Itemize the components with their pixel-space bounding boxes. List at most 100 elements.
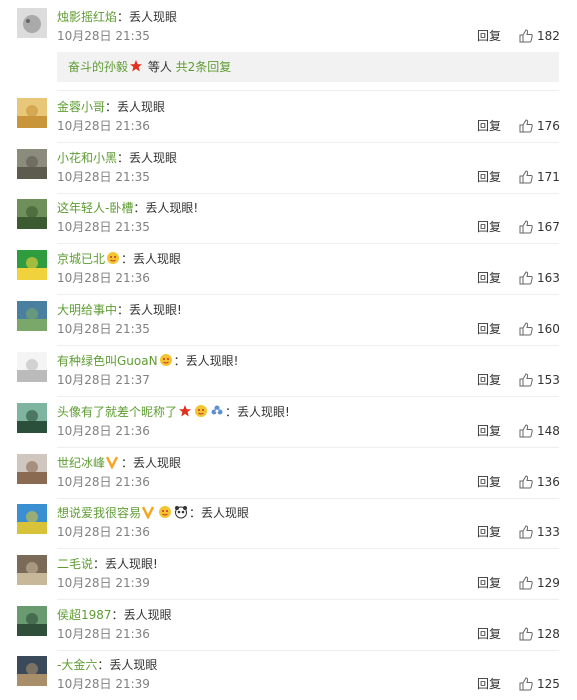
comment-item: 侯超1987：丢人现眼 10月28日 21:36 回复 128 (0, 606, 577, 650)
reply-button[interactable]: 回复 (477, 676, 501, 692)
avatar[interactable] (17, 656, 47, 686)
username-link[interactable]: 京城已北 (57, 252, 105, 266)
like-button[interactable]: 160 (519, 320, 560, 338)
v-badge-icon (141, 505, 156, 520)
comment-item: 世纪冰峰 ：丢人现眼 10月28日 21:36 回复 136 (0, 454, 577, 498)
reply-button[interactable]: 回复 (477, 118, 501, 134)
reply-button[interactable]: 回复 (477, 270, 501, 286)
divider (57, 90, 559, 91)
avatar[interactable] (17, 199, 47, 229)
thumbs-up-icon (519, 322, 533, 336)
comment-text: 丢人现眼 (109, 658, 158, 672)
reply-button[interactable]: 回复 (477, 219, 501, 235)
face-emoji-icon (158, 505, 172, 519)
like-button[interactable]: 148 (519, 422, 560, 440)
reply-button[interactable]: 回复 (477, 423, 501, 439)
thumbs-up-icon (519, 475, 533, 489)
like-count: 160 (537, 322, 560, 336)
thumbs-up-icon (519, 29, 533, 43)
subreply-count-link[interactable]: 共2条回复 (176, 60, 232, 74)
username-link[interactable]: 二毛说 (57, 557, 93, 571)
reply-button[interactable]: 回复 (477, 169, 501, 185)
colon: ： (117, 10, 130, 24)
avatar[interactable] (17, 250, 47, 280)
subreply-username[interactable]: 奋斗的孙毅 (68, 60, 128, 74)
comment-text: 丢人现眼! (129, 303, 182, 317)
username-link[interactable]: 头像有了就差个昵称了 (57, 405, 177, 419)
avatar[interactable] (17, 403, 47, 433)
avatar[interactable] (17, 149, 47, 179)
like-button[interactable]: 182 (519, 27, 560, 45)
comment-item: 烛影摇红焰：丢人现眼 10月28日 21:35 回复 182 (0, 8, 577, 52)
reply-button[interactable]: 回复 (477, 321, 501, 337)
comment-item: -大金六：丢人现眼 10月28日 21:39 回复 125 (0, 656, 577, 700)
avatar[interactable] (17, 504, 47, 534)
like-button[interactable]: 171 (519, 168, 560, 186)
username-link[interactable]: 小花和小黑 (57, 151, 117, 165)
subreply-summary[interactable]: 奋斗的孙毅 等人 共2条回复 (57, 52, 559, 82)
comment-item: 有种绿色叫GuoaN ：丢人现眼! 10月28日 21:37 回复 153 (0, 352, 577, 396)
comment-text: 丢人现眼 (117, 100, 166, 114)
comment-time: 10月28日 21:39 (57, 576, 150, 590)
like-button[interactable]: 129 (519, 574, 560, 592)
reply-button[interactable]: 回复 (477, 626, 501, 642)
divider (57, 548, 559, 549)
like-count: 128 (537, 627, 560, 641)
like-button[interactable]: 163 (519, 269, 560, 287)
username-link[interactable]: 侯超1987 (57, 608, 112, 622)
comment-text: 丢人现眼 (133, 456, 182, 470)
username-link[interactable]: 金蓉小哥 (57, 100, 105, 114)
username-link[interactable]: 烛影摇红焰 (57, 10, 117, 24)
reply-button[interactable]: 回复 (477, 28, 501, 44)
avatar[interactable] (17, 8, 47, 38)
comment-text: 丢人现眼 (133, 252, 182, 266)
username-link[interactable]: 想说爱我很容易 (57, 506, 141, 520)
comment-time: 10月28日 21:36 (57, 271, 150, 285)
like-button[interactable]: 153 (519, 371, 560, 389)
colon: ： (117, 151, 130, 165)
like-button[interactable]: 176 (519, 117, 560, 135)
comment-item: 想说爱我很容易 ：丢人现眼 10月28日 21:36 回复 133 (0, 504, 577, 548)
avatar[interactable] (17, 352, 47, 382)
comment-item: 大明给事中：丢人现眼! 10月28日 21:35 回复 160 (0, 301, 577, 345)
like-count: 167 (537, 220, 560, 234)
comment-time: 10月28日 21:36 (57, 119, 150, 133)
like-button[interactable]: 133 (519, 523, 560, 541)
like-button[interactable]: 128 (519, 625, 560, 643)
panda-emoji-icon (174, 505, 188, 519)
comment-time: 10月28日 21:35 (57, 170, 150, 184)
avatar[interactable] (17, 301, 47, 331)
avatar[interactable] (17, 606, 47, 636)
face-emoji-icon (194, 404, 208, 418)
reply-button[interactable]: 回复 (477, 524, 501, 540)
comment-item: 金蓉小哥：丢人现眼 10月28日 21:36 回复 176 (0, 98, 577, 142)
avatar[interactable] (17, 98, 47, 128)
comment-time: 10月28日 21:36 (57, 627, 150, 641)
comment-text: 丢人现眼 (129, 10, 178, 24)
username-link[interactable]: 世纪冰峰 (57, 456, 105, 470)
comment-time: 10月28日 21:36 (57, 424, 150, 438)
colon: ： (133, 201, 146, 215)
comment-text: 丢人现眼 (123, 608, 172, 622)
reply-button[interactable]: 回复 (477, 372, 501, 388)
username-link[interactable]: -大金六 (57, 658, 97, 672)
reply-button[interactable]: 回复 (477, 575, 501, 591)
like-button[interactable]: 125 (519, 675, 560, 693)
like-button[interactable]: 167 (519, 218, 560, 236)
username-link[interactable]: 有种绿色叫GuoaN (57, 354, 158, 368)
comment-time: 10月28日 21:37 (57, 373, 150, 387)
colon: ： (225, 405, 238, 419)
like-button[interactable]: 136 (519, 473, 560, 491)
comment-time: 10月28日 21:36 (57, 475, 150, 489)
avatar[interactable] (17, 454, 47, 484)
avatar[interactable] (17, 555, 47, 585)
divider (57, 650, 559, 651)
colon: ： (93, 557, 106, 571)
username-link[interactable]: 这年轻人-卧槽 (57, 201, 133, 215)
reply-button[interactable]: 回复 (477, 474, 501, 490)
face-emoji-icon (159, 353, 173, 367)
username-link[interactable]: 大明给事中 (57, 303, 117, 317)
colon: ： (189, 506, 202, 520)
v-badge-icon (105, 455, 120, 470)
divider (57, 142, 559, 143)
